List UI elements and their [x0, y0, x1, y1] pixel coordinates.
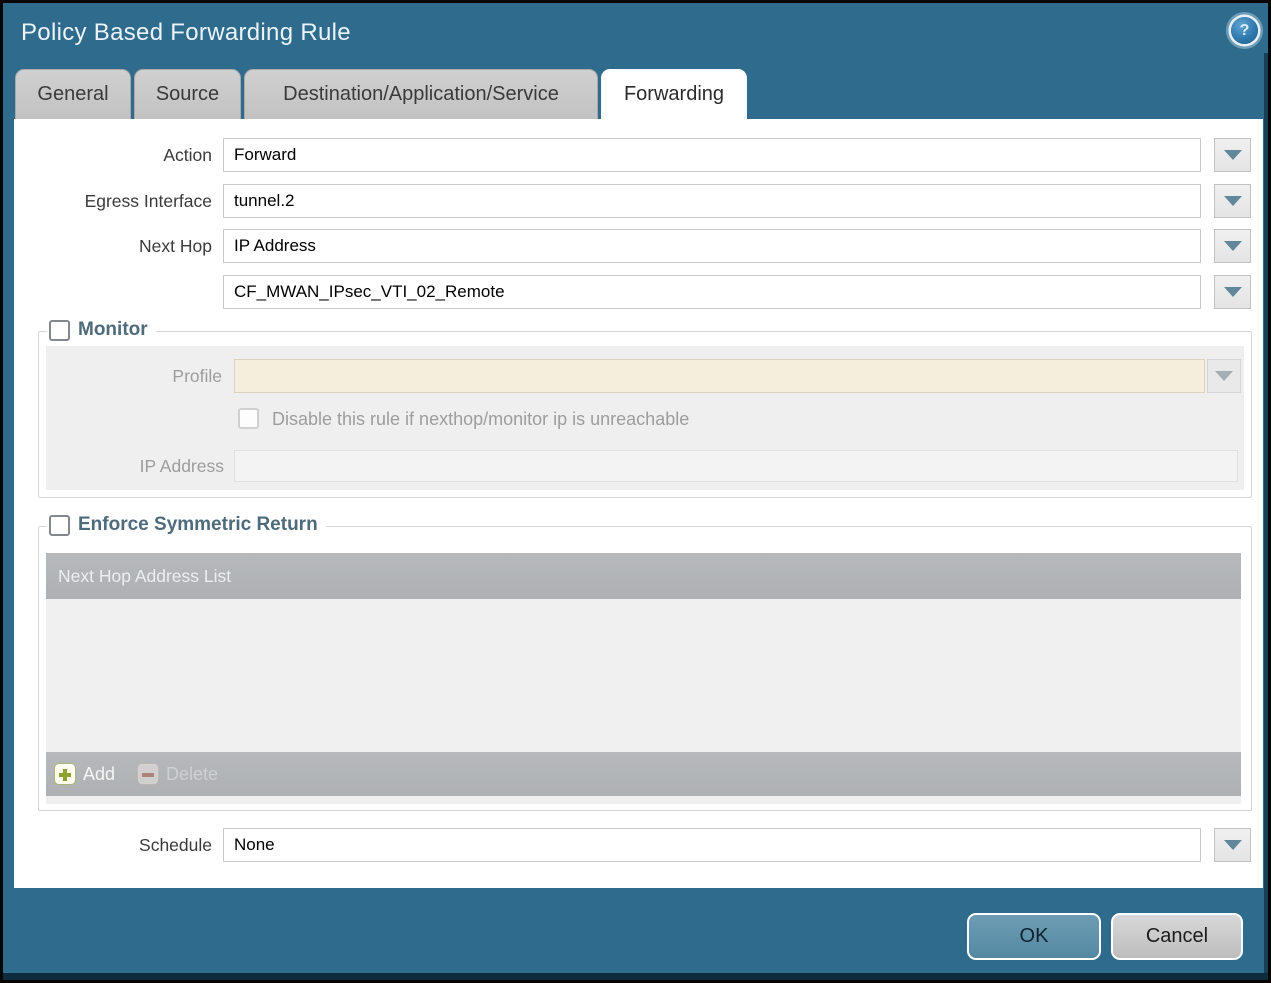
next-hop-address-list-header: Next Hop Address List — [46, 553, 1241, 599]
monitor-ip-field — [234, 450, 1238, 482]
action-dropdown-button[interactable] — [1214, 138, 1251, 172]
monitor-fieldset: Monitor Profile Disable this rule if nex… — [38, 331, 1252, 498]
symmetric-return-legend-label: Enforce Symmetric Return — [78, 514, 318, 536]
dialog-title: Policy Based Forwarding Rule — [21, 19, 351, 47]
next-hop-address-field[interactable]: CF_MWAN_IPsec_VTI_02_Remote — [223, 275, 1201, 309]
monitor-ip-label: IP Address — [46, 449, 224, 483]
question-mark-glyph: ? — [1240, 22, 1250, 39]
chevron-down-icon — [1224, 241, 1242, 251]
next-hop-label: Next Hop — [14, 229, 212, 263]
profile-label: Profile — [46, 359, 222, 393]
schedule-dropdown-button[interactable] — [1214, 828, 1251, 862]
chevron-down-icon — [1224, 287, 1242, 297]
monitor-body: Profile Disable this rule if nexthop/mon… — [46, 346, 1244, 490]
next-hop-address-dropdown-button[interactable] — [1214, 275, 1251, 309]
plus-icon — [54, 763, 76, 785]
action-label: Action — [14, 138, 212, 172]
schedule-field[interactable]: None — [223, 828, 1201, 862]
symmetric-return-fieldset: Enforce Symmetric Return Next Hop Addres… — [38, 526, 1252, 811]
enforce-symmetric-return-checkbox[interactable] — [49, 515, 70, 536]
disable-rule-label: Disable this rule if nexthop/monitor ip … — [272, 409, 689, 430]
chevron-down-icon — [1224, 840, 1242, 850]
chevron-down-icon — [1224, 150, 1242, 160]
minus-icon — [137, 763, 159, 785]
tab-bar: General Source Destination/Application/S… — [15, 69, 747, 121]
help-icon[interactable]: ? — [1231, 17, 1258, 44]
frame-right-accent — [1264, 53, 1268, 980]
delete-button: Delete — [137, 763, 218, 785]
egress-interface-dropdown-button[interactable] — [1214, 184, 1251, 218]
monitor-legend: Monitor — [47, 319, 156, 341]
egress-interface-label: Egress Interface — [14, 184, 212, 218]
pbf-rule-dialog: Policy Based Forwarding Rule ? General S… — [0, 0, 1271, 983]
next-hop-address-list-body — [46, 599, 1241, 752]
cancel-button[interactable]: Cancel — [1111, 913, 1243, 960]
chevron-down-icon — [1224, 196, 1242, 206]
monitor-legend-label: Monitor — [78, 319, 148, 341]
egress-interface-field[interactable]: tunnel.2 — [223, 184, 1201, 218]
delete-button-label: Delete — [166, 764, 218, 785]
tab-general[interactable]: General — [15, 69, 131, 119]
schedule-label: Schedule — [14, 828, 212, 862]
frame-bottom-accent — [3, 973, 1268, 980]
table-bottom-strip — [46, 796, 1241, 804]
symmetric-return-legend: Enforce Symmetric Return — [47, 514, 326, 536]
next-hop-address-table: Next Hop Address List Add Delete — [46, 553, 1241, 804]
add-button[interactable]: Add — [54, 763, 115, 785]
profile-field — [234, 359, 1205, 393]
tab-destination-application-service[interactable]: Destination/Application/Service — [244, 69, 598, 119]
content-panel: Action Forward Egress Interface tunnel.2… — [14, 119, 1263, 888]
next-hop-type-dropdown-button[interactable] — [1214, 229, 1251, 263]
ok-button[interactable]: OK — [967, 913, 1101, 960]
next-hop-type-field[interactable]: IP Address — [223, 229, 1201, 263]
tab-forwarding[interactable]: Forwarding — [601, 69, 747, 121]
action-field[interactable]: Forward — [223, 138, 1201, 172]
monitor-checkbox[interactable] — [49, 320, 70, 341]
profile-dropdown-button — [1207, 359, 1241, 393]
tab-source[interactable]: Source — [134, 69, 241, 119]
add-button-label: Add — [83, 764, 115, 785]
disable-rule-checkbox — [238, 408, 259, 429]
chevron-down-icon — [1215, 371, 1233, 381]
next-hop-address-list-footer: Add Delete — [46, 752, 1241, 796]
